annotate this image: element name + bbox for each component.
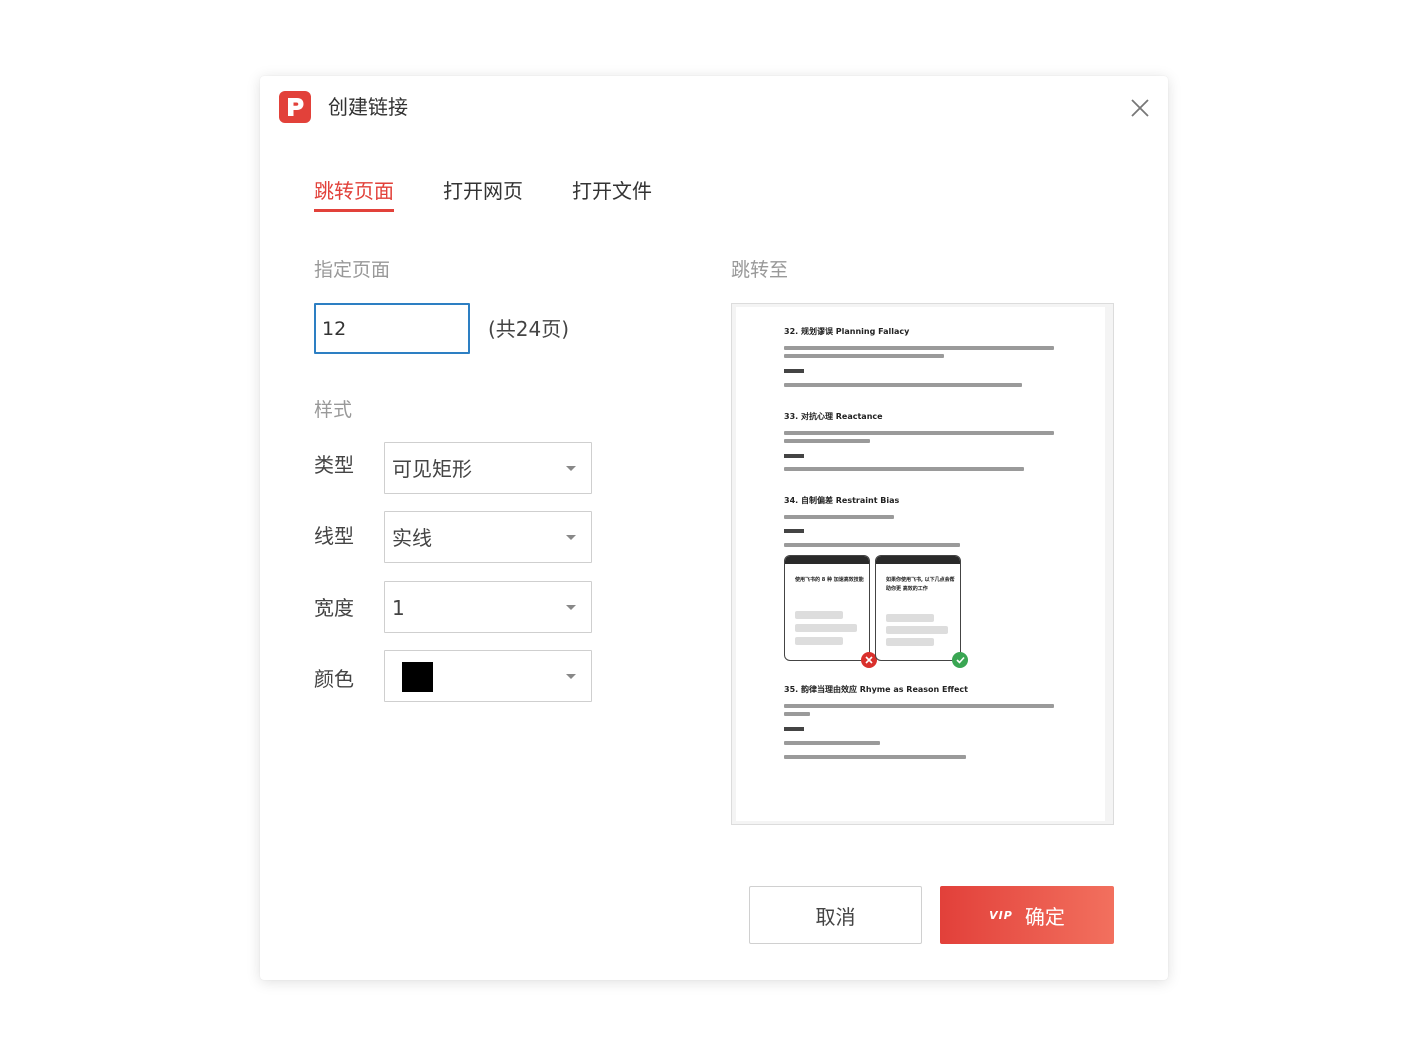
style-section-label: 样式 xyxy=(314,399,353,421)
link-type-tabs: 跳转页面 打开网页 打开文件 xyxy=(314,176,701,212)
p-logo-icon xyxy=(279,91,311,123)
dialog-title: 创建链接 xyxy=(328,95,408,119)
preview-text-line xyxy=(784,515,894,519)
type-select-value: 可见矩形 xyxy=(392,457,472,481)
phone-status-bar xyxy=(876,556,960,564)
preview-text-line xyxy=(784,712,810,716)
phone-placeholder-bar xyxy=(886,614,934,622)
phone-status-bar xyxy=(785,556,869,564)
cancel-button-label: 取消 xyxy=(815,904,856,929)
tab-jump-page[interactable]: 跳转页面 xyxy=(314,176,394,212)
width-select[interactable]: 1 xyxy=(384,581,592,633)
preview-text-line xyxy=(784,741,880,745)
type-label: 类型 xyxy=(314,453,354,477)
tab-open-webpage[interactable]: 打开网页 xyxy=(443,176,523,212)
preview-text-line xyxy=(784,755,966,759)
line-type-label: 线型 xyxy=(314,524,354,548)
close-button[interactable] xyxy=(1126,94,1154,122)
preview-heading: 35. 韵律当理由效应 Rhyme as Reason Effect xyxy=(784,685,968,694)
width-label: 宽度 xyxy=(314,596,354,620)
preview-text-line xyxy=(784,543,960,547)
preview-text-line xyxy=(784,383,1022,387)
preview-heading: 34. 自制偏差 Restraint Bias xyxy=(784,496,900,505)
preview-page: 32. 规划谬误 Planning Fallacy 33. 对抗心理 React… xyxy=(736,307,1105,821)
color-swatch xyxy=(402,662,433,692)
preview-text-line xyxy=(784,439,870,443)
jump-to-label: 跳转至 xyxy=(731,259,789,281)
preview-text-line xyxy=(784,467,1024,471)
tab-open-file[interactable]: 打开文件 xyxy=(572,176,652,212)
confirm-button-label: 确定 xyxy=(1024,904,1065,929)
phone-placeholder-bar xyxy=(795,624,857,632)
preview-text-line xyxy=(784,431,1054,435)
width-select-value: 1 xyxy=(392,596,405,620)
preview-text-line xyxy=(784,454,804,458)
preview-heading: 33. 对抗心理 Reactance xyxy=(784,412,883,421)
preview-text-line xyxy=(784,704,1054,708)
vip-icon: VIP xyxy=(989,908,1013,922)
preview-text-line xyxy=(784,369,804,373)
chevron-down-icon xyxy=(566,674,576,679)
preview-heading: 32. 规划谬误 Planning Fallacy xyxy=(784,327,910,336)
chevron-down-icon xyxy=(566,605,576,610)
page-number-input[interactable] xyxy=(314,303,470,354)
check-icon xyxy=(952,652,968,668)
phone-text: 使用飞书的 8 种 加速高效技能 xyxy=(795,577,864,583)
phone-placeholder-bar xyxy=(795,637,843,645)
close-icon xyxy=(1131,99,1149,117)
create-link-dialog: 创建链接 跳转页面 打开网页 打开文件 指定页面 (共24页) 样式 类型 可见… xyxy=(260,76,1168,980)
preview-text-line xyxy=(784,529,804,533)
type-select[interactable]: 可见矩形 xyxy=(384,442,592,494)
page-total-text: (共24页) xyxy=(488,317,570,341)
line-type-select-value: 实线 xyxy=(392,526,432,550)
color-label: 颜色 xyxy=(314,667,354,691)
chevron-down-icon xyxy=(566,535,576,540)
page-preview: 32. 规划谬误 Planning Fallacy 33. 对抗心理 React… xyxy=(731,303,1114,825)
confirm-button[interactable]: VIP 确定 xyxy=(940,886,1114,944)
preview-text-line xyxy=(784,346,1054,350)
preview-text-line xyxy=(784,354,944,358)
preview-phone-right: 如果你使用飞书, 以下几点会帮助你更 高效的工作 xyxy=(875,555,968,668)
specify-page-label: 指定页面 xyxy=(314,259,391,281)
phone-placeholder-bar xyxy=(795,611,843,619)
preview-text-line xyxy=(784,727,804,731)
phone-placeholder-bar xyxy=(886,638,934,646)
color-select[interactable] xyxy=(384,650,592,702)
phone-placeholder-bar xyxy=(886,626,948,634)
phone-text: 如果你使用飞书, 以下几点会帮助你更 高效的工作 xyxy=(886,577,955,592)
chevron-down-icon xyxy=(566,466,576,471)
cancel-button[interactable]: 取消 xyxy=(749,886,922,944)
line-type-select[interactable]: 实线 xyxy=(384,511,592,563)
preview-phone-wrong: 使用飞书的 8 种 加速高效技能 xyxy=(784,555,877,668)
